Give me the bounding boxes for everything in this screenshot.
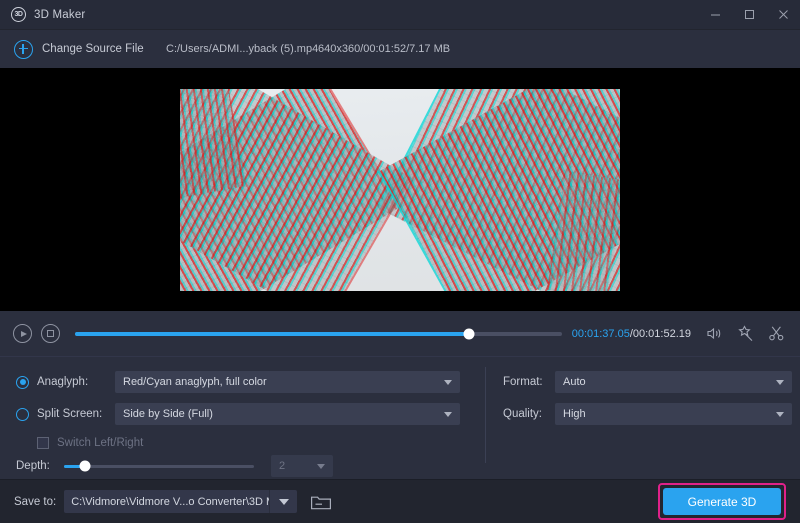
video-preview-area[interactable] <box>0 68 800 311</box>
title-bar-left: 3D 3D Maker <box>0 7 85 22</box>
depth-row: Depth: 2 <box>16 455 485 477</box>
depth-select-value: 2 <box>279 460 285 472</box>
format-select-value: Auto <box>563 376 586 388</box>
folder-browse-icon[interactable] <box>308 491 333 512</box>
format-label: Format: <box>503 376 555 388</box>
anaglyph-radio[interactable] <box>16 376 29 389</box>
settings-panel: Anaglyph: Red/Cyan anaglyph, full color … <box>0 357 800 479</box>
save-to-label: Save to: <box>14 496 56 508</box>
bottom-bar: Save to: C:\Vidmore\Vidmore V...o Conver… <box>0 479 800 523</box>
split-screen-row: Split Screen: Side by Side (Full) <box>16 401 485 427</box>
depth-label: Depth: <box>16 460 60 472</box>
quality-label: Quality: <box>503 408 555 420</box>
play-icon[interactable] <box>13 324 32 343</box>
quality-row: Quality: High <box>503 401 800 427</box>
split-screen-select[interactable]: Side by Side (Full) <box>115 403 460 425</box>
video-frame <box>180 89 620 291</box>
3d-logo-icon: 3D <box>11 7 26 22</box>
stop-icon[interactable] <box>41 324 60 343</box>
change-source-file-button[interactable]: Change Source File <box>42 43 144 55</box>
playback-timeline: 00:01:37.05 /00:01:52.19 <box>0 311 800 357</box>
depth-slider[interactable] <box>64 465 254 468</box>
source-file-meta: 640x360/00:01:52/7.17 MB <box>318 43 450 55</box>
chevron-down-icon <box>279 499 289 505</box>
stop-square <box>47 330 54 337</box>
scissors-icon[interactable] <box>765 323 787 345</box>
save-path-input[interactable]: C:\Vidmore\Vidmore V...o Converter\3D Ma… <box>64 490 269 513</box>
depth-select[interactable]: 2 <box>271 455 333 477</box>
close-icon[interactable] <box>766 0 800 30</box>
volume-icon[interactable] <box>703 323 725 345</box>
minimize-icon[interactable] <box>698 0 732 30</box>
chevron-down-icon <box>444 380 452 385</box>
split-screen-label: Split Screen: <box>37 408 115 420</box>
save-path-dropdown-button[interactable] <box>269 490 297 513</box>
split-screen-radio[interactable] <box>16 408 29 421</box>
progress-handle[interactable] <box>464 328 475 339</box>
window-title: 3D Maker <box>34 9 85 21</box>
chevron-down-icon <box>776 412 784 417</box>
anaglyph-select-value: Red/Cyan anaglyph, full color <box>123 376 267 388</box>
plus-circle-icon[interactable] <box>14 40 33 59</box>
generate-3d-highlight: Generate 3D <box>658 483 786 520</box>
play-triangle <box>21 331 27 337</box>
quality-select-value: High <box>563 408 586 420</box>
progress-fill <box>75 332 469 336</box>
source-file-path: C:/Users/ADMI...yback (5).mp4 <box>166 43 318 55</box>
anaglyph-select[interactable]: Red/Cyan anaglyph, full color <box>115 371 460 393</box>
current-time: 00:01:37.05 <box>572 328 630 340</box>
source-bar: Change Source File C:/Users/ADMI...yback… <box>0 30 800 68</box>
save-path-value: C:\Vidmore\Vidmore V...o Converter\3D Ma… <box>71 496 269 508</box>
switch-left-right-label: Switch Left/Right <box>57 437 143 449</box>
title-bar: 3D 3D Maker <box>0 0 800 30</box>
format-row: Format: Auto <box>503 369 800 395</box>
format-select[interactable]: Auto <box>555 371 792 393</box>
app-window: 3D 3D Maker Change Source File C:/Users/… <box>0 0 800 523</box>
anaglyph-row: Anaglyph: Red/Cyan anaglyph, full color <box>16 369 485 395</box>
magic-wand-icon[interactable] <box>734 323 756 345</box>
anaglyph-label: Anaglyph: <box>37 376 115 388</box>
split-screen-select-value: Side by Side (Full) <box>123 408 213 420</box>
progress-slider[interactable] <box>75 332 562 336</box>
switch-left-right-checkbox[interactable] <box>37 437 49 449</box>
chevron-down-icon <box>444 412 452 417</box>
window-controls <box>698 0 800 30</box>
maximize-icon[interactable] <box>732 0 766 30</box>
switch-lr-row: Switch Left/Right <box>16 433 485 453</box>
quality-select[interactable]: High <box>555 403 792 425</box>
settings-left-column: Anaglyph: Red/Cyan anaglyph, full color … <box>0 357 485 479</box>
total-time: /00:01:52.19 <box>630 328 691 340</box>
chevron-down-icon <box>776 380 784 385</box>
depth-slider-handle[interactable] <box>79 461 90 472</box>
generate-3d-button[interactable]: Generate 3D <box>663 488 781 515</box>
chevron-down-icon <box>317 464 325 469</box>
settings-right-column: Format: Auto Quality: High <box>485 357 800 479</box>
